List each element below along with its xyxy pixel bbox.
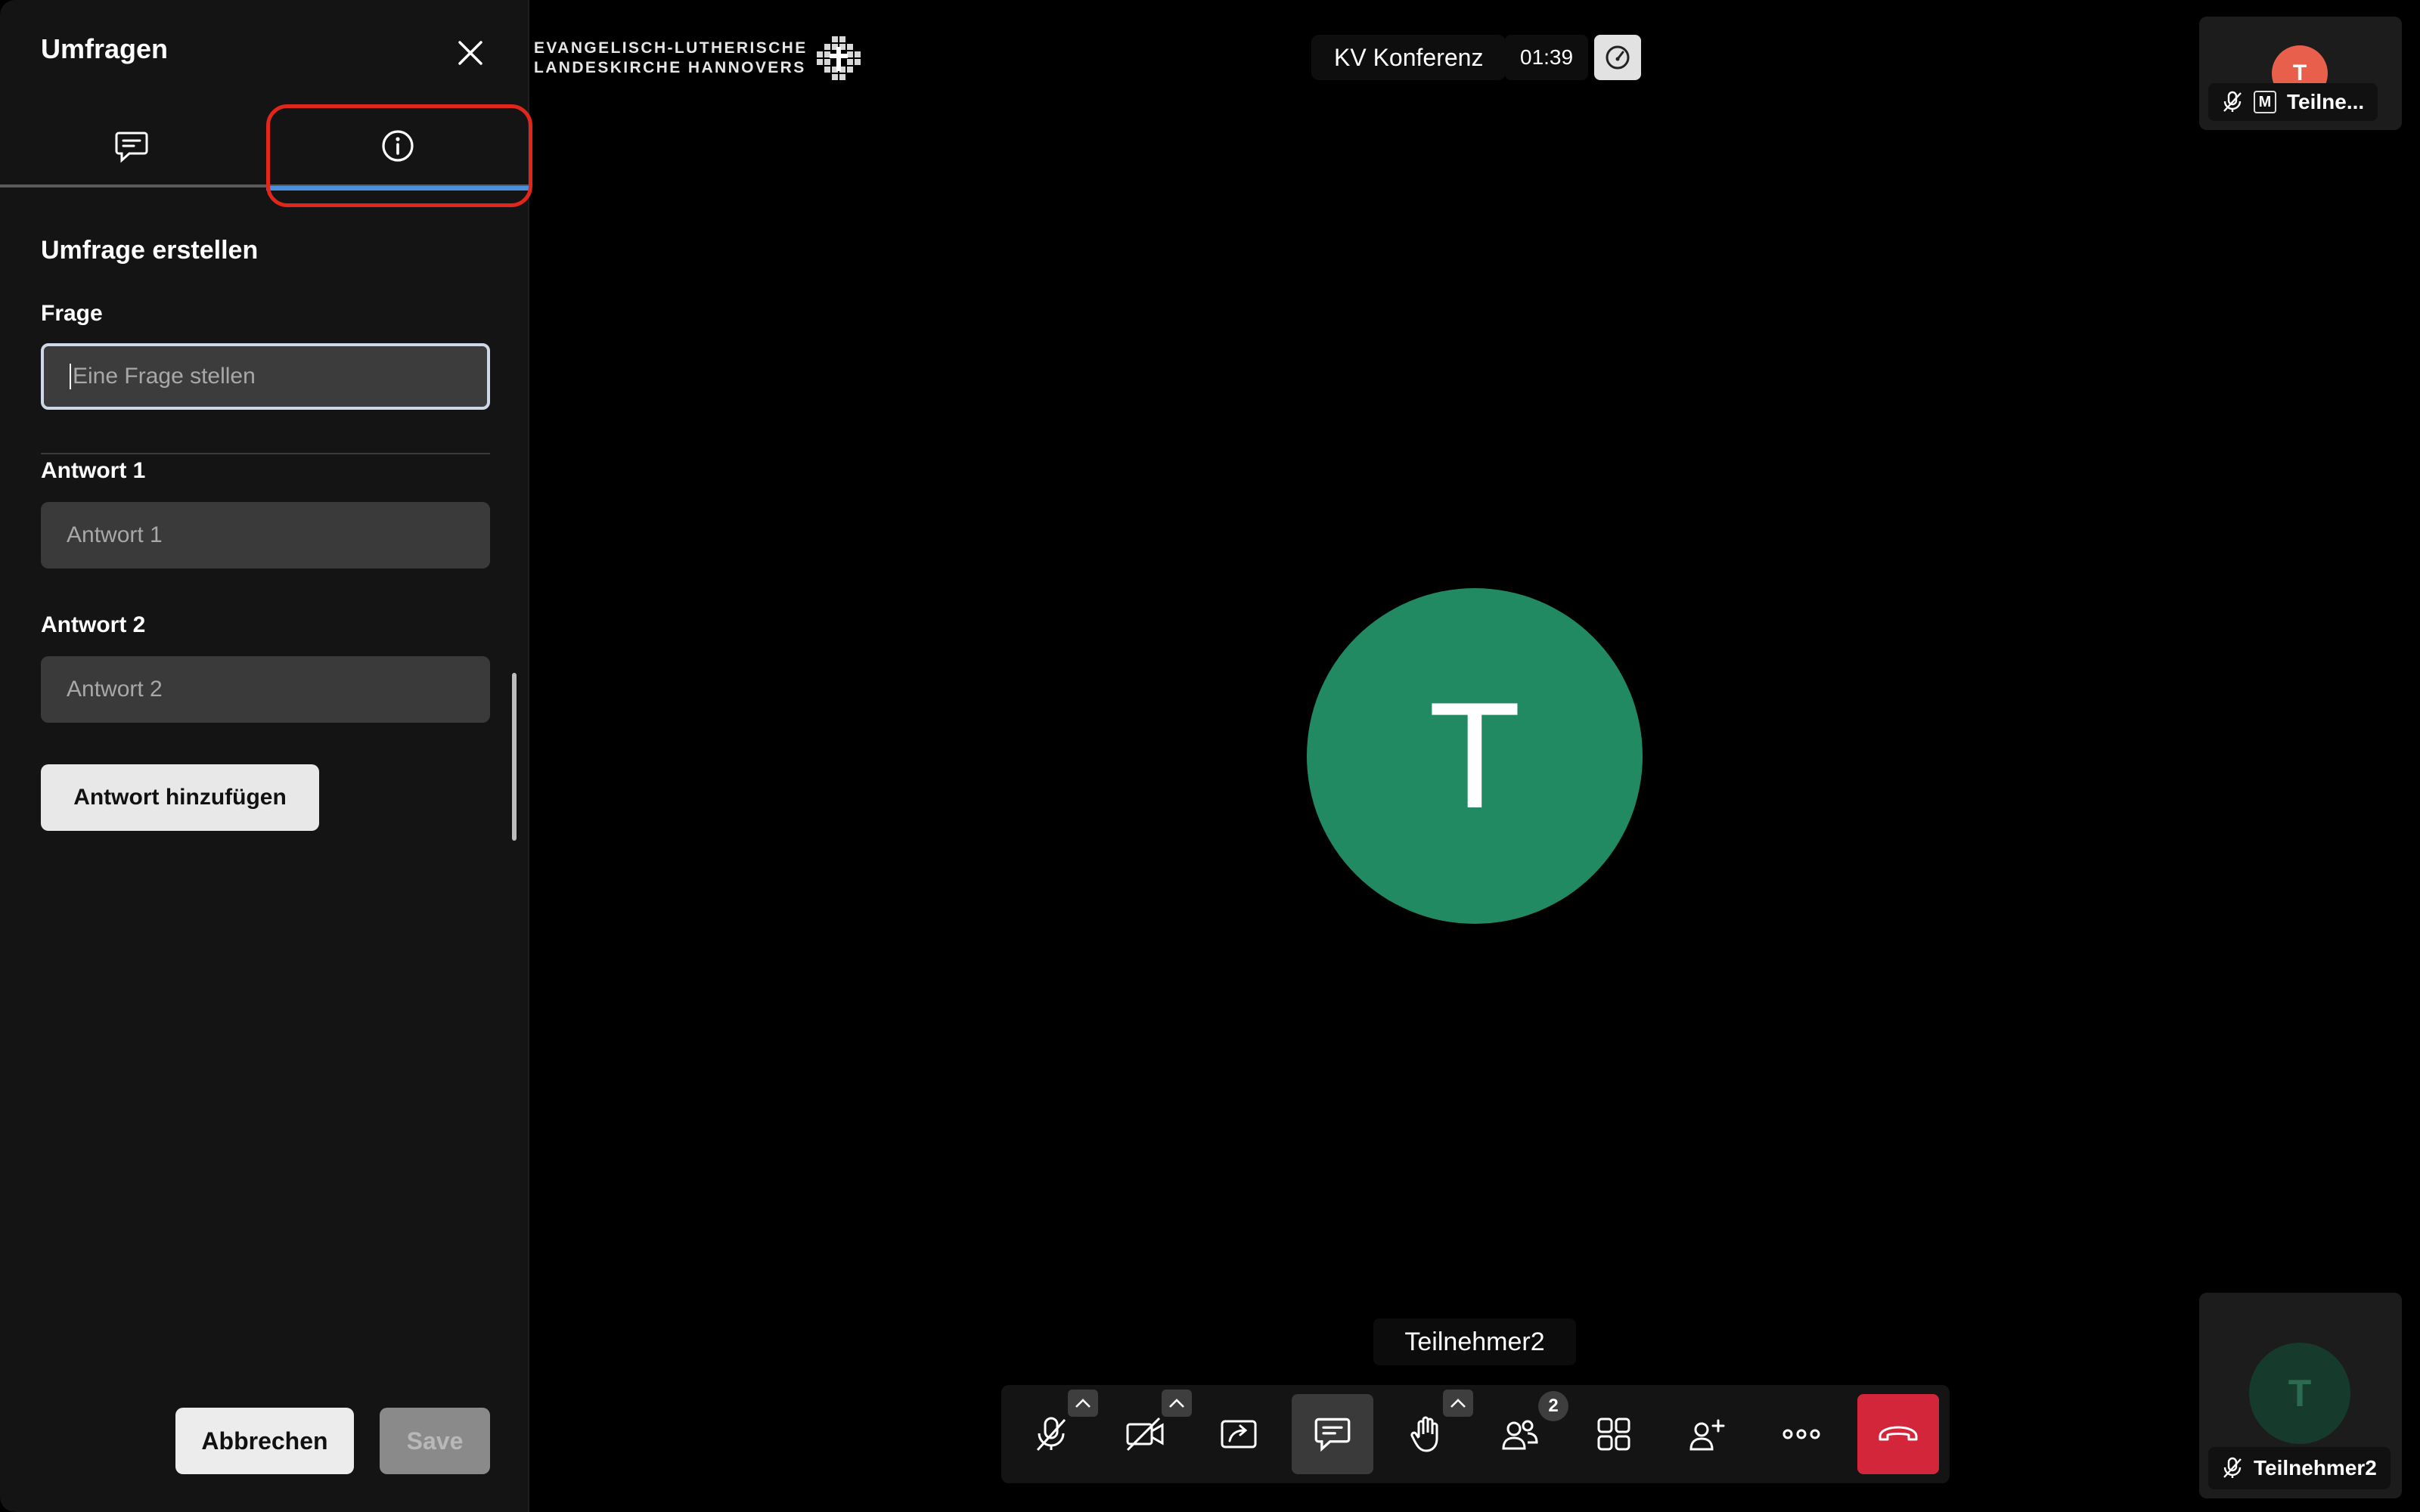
sidebar-tabs [0, 106, 529, 191]
microphone-muted-icon [1036, 1417, 1066, 1452]
chevron-up-icon [1169, 1399, 1184, 1408]
answer-2-label: Antwort 2 [41, 612, 146, 637]
main-avatar-initial: T [1428, 671, 1522, 840]
close-icon [458, 41, 482, 65]
main-participant-name: Teilnehmer2 [1373, 1318, 1576, 1365]
call-toolbar: 2 [1001, 1385, 1950, 1483]
camera-options-button[interactable] [1162, 1390, 1192, 1417]
more-options-button[interactable] [1761, 1394, 1842, 1474]
thumbnail-name: Teilne... [2287, 90, 2365, 113]
raise-hand-options-button[interactable] [1443, 1390, 1473, 1417]
cross-emblem-icon [816, 36, 861, 80]
app-window: Umfragen Umfrage erstellen Frage Eine Fr… [0, 0, 2420, 1512]
close-button[interactable] [451, 33, 490, 73]
raise-hand-icon [1410, 1416, 1438, 1452]
moderator-icon: M [2254, 91, 2276, 113]
mic-muted-icon [2223, 1457, 2242, 1478]
hangup-icon [1879, 1426, 1918, 1441]
question-placeholder: Eine Frage stellen [73, 364, 256, 389]
cancel-button[interactable]: Abbrechen [175, 1408, 354, 1474]
polls-sidebar: Umfragen Umfrage erstellen Frage Eine Fr… [0, 0, 532, 1512]
church-logo: EVANGELISCH-LUTHERISCHE LANDESKIRCHE HAN… [534, 36, 861, 80]
screen-share-icon [1221, 1420, 1257, 1448]
tile-view-button[interactable] [1573, 1394, 1655, 1474]
chevron-up-icon [1075, 1399, 1091, 1408]
camera-off-icon [1126, 1417, 1164, 1452]
thumbnail-initial: T [2292, 60, 2307, 85]
chat-icon [1314, 1418, 1351, 1452]
tab-info[interactable] [266, 106, 529, 191]
self-view-name: Teilnehmer2 [2254, 1456, 2377, 1479]
more-horizontal-icon [1782, 1429, 1820, 1439]
add-person-icon [1689, 1419, 1725, 1451]
logo-line-2: LANDESKIRCHE HANNOVERS [534, 59, 806, 76]
answer-2-placeholder: Antwort 2 [67, 677, 163, 702]
logo-text: EVANGELISCH-LUTHERISCHE LANDESKIRCHE HAN… [534, 39, 808, 78]
hangup-button[interactable] [1857, 1394, 1939, 1474]
add-answer-button[interactable]: Antwort hinzufügen [41, 764, 319, 831]
sidebar-scrollbar[interactable] [512, 673, 517, 841]
self-view-initial: T [2288, 1372, 2312, 1414]
main-participant-avatar: T [1307, 588, 1643, 924]
mic-muted-icon [2223, 91, 2242, 112]
answer-1-placeholder: Antwort 1 [67, 522, 163, 547]
self-view-thumbnail[interactable]: T Teilnehmer2 [2199, 1293, 2402, 1498]
divider [41, 453, 490, 454]
conference-title: KV Konferenz [1311, 35, 1506, 80]
sidebar-title: Umfragen [41, 33, 169, 64]
screen-share-button[interactable] [1198, 1394, 1280, 1474]
thumbnail-namebar: M Teilne... [2208, 83, 2378, 121]
chat-bubble-icon [115, 132, 148, 163]
chevron-up-icon [1450, 1399, 1466, 1408]
tile-view-icon [1597, 1418, 1630, 1451]
answer-2-input[interactable]: Antwort 2 [41, 656, 490, 723]
call-timer: 01:39 [1505, 35, 1589, 80]
self-view-namebar: Teilnehmer2 [2208, 1447, 2391, 1489]
answer-1-input[interactable]: Antwort 1 [41, 502, 490, 569]
self-view-avatar: T [2249, 1343, 2350, 1444]
participant-thumbnail[interactable]: T M Teilne... [2199, 17, 2402, 130]
tab-chat[interactable] [0, 106, 263, 187]
participant-count-badge: 2 [1538, 1391, 1568, 1421]
answer-1-label: Antwort 1 [41, 458, 146, 483]
participants-icon [1502, 1420, 1538, 1450]
microphone-options-button[interactable] [1068, 1390, 1098, 1417]
speedometer-icon [1606, 45, 1630, 70]
question-label: Frage [41, 301, 103, 326]
section-title: Umfrage erstellen [41, 236, 259, 265]
save-button[interactable]: Save [380, 1408, 490, 1474]
text-caret [70, 364, 71, 389]
connection-quality-button[interactable] [1594, 35, 1641, 80]
invite-button[interactable] [1667, 1394, 1748, 1474]
info-icon [382, 130, 414, 162]
logo-line-1: EVANGELISCH-LUTHERISCHE [534, 39, 808, 57]
question-input[interactable]: Eine Frage stellen [41, 343, 490, 410]
chat-button[interactable] [1292, 1394, 1373, 1474]
